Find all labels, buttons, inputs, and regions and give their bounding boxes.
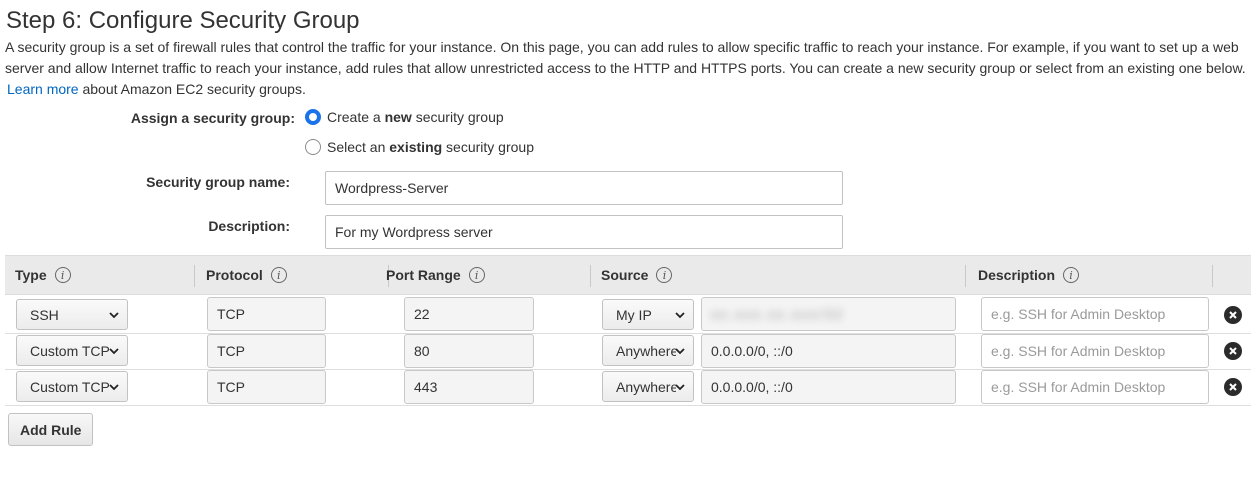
info-icon[interactable]: i bbox=[468, 267, 485, 283]
source-select-value: Anywhere bbox=[616, 342, 676, 359]
type-select[interactable]: SSH bbox=[16, 299, 128, 330]
header-description: Description i bbox=[978, 256, 1080, 294]
page-title: Step 6: Configure Security Group bbox=[6, 7, 360, 34]
group-name-input[interactable] bbox=[325, 171, 843, 205]
radio-select-existing[interactable]: Select an existing security group bbox=[305, 139, 534, 155]
column-divider bbox=[194, 265, 195, 287]
protocol-cell: TCP bbox=[207, 370, 326, 404]
type-select[interactable]: Custom TCP bbox=[16, 335, 128, 366]
type-select-value: SSH bbox=[30, 306, 59, 323]
source-cidr-cell[interactable]: 0.0.0.0/0, ::/0 bbox=[701, 370, 956, 404]
rule-description-input[interactable] bbox=[981, 297, 1209, 331]
blurred-ip-value: xx.xxx.xx.xxx/32 bbox=[711, 306, 845, 322]
column-divider bbox=[1212, 265, 1213, 287]
remove-rule-button[interactable] bbox=[1224, 378, 1242, 396]
type-select-value: Custom TCP bbox=[30, 378, 110, 395]
close-icon bbox=[1229, 383, 1237, 391]
type-select[interactable]: Custom TCP bbox=[16, 371, 128, 402]
source-cidr-cell[interactable]: xx.xxx.xx.xxx/32 bbox=[701, 297, 956, 331]
close-icon bbox=[1229, 311, 1237, 319]
remove-rule-button[interactable] bbox=[1224, 342, 1242, 360]
type-select-value: Custom TCP bbox=[30, 342, 110, 359]
radio-create-new[interactable]: Create a new security group bbox=[305, 109, 504, 125]
info-icon[interactable]: i bbox=[54, 267, 71, 283]
source-select[interactable]: Anywhere bbox=[602, 335, 694, 366]
rules-table-header: Type i Protocol i Port Range i Source i Desc… bbox=[5, 255, 1251, 295]
assign-group-label: Assign a security group: bbox=[130, 110, 295, 126]
info-icon[interactable]: i bbox=[656, 267, 673, 283]
source-cidr-cell[interactable]: 0.0.0.0/0, ::/0 bbox=[701, 334, 956, 368]
source-select-value: Anywhere bbox=[616, 378, 676, 395]
port-range-cell: 443 bbox=[404, 370, 534, 404]
group-description-input[interactable] bbox=[325, 215, 843, 249]
chevron-down-icon bbox=[109, 312, 119, 319]
header-type: Type i bbox=[15, 256, 71, 294]
rule-description-input[interactable] bbox=[981, 370, 1209, 404]
column-divider bbox=[965, 265, 966, 287]
port-range-cell: 22 bbox=[404, 297, 534, 331]
row-divider bbox=[5, 405, 1251, 406]
group-description-label: Description: bbox=[208, 218, 290, 234]
column-divider bbox=[590, 265, 591, 287]
chevron-down-icon bbox=[109, 348, 119, 355]
learn-more-link[interactable]: Learn more bbox=[7, 81, 79, 97]
info-icon[interactable]: i bbox=[1063, 267, 1080, 283]
radio-button[interactable] bbox=[305, 139, 321, 155]
rule-description-input[interactable] bbox=[981, 334, 1209, 368]
chevron-down-icon bbox=[675, 384, 685, 391]
source-select-value: My IP bbox=[616, 306, 652, 323]
close-icon bbox=[1229, 347, 1237, 355]
header-protocol: Protocol i bbox=[206, 256, 287, 294]
intro-text: A security group is a set of firewall ru… bbox=[5, 39, 1246, 76]
header-source: Source i bbox=[601, 256, 673, 294]
radio-button-selected[interactable] bbox=[305, 109, 321, 125]
radio-create-new-label: Create a new security group bbox=[327, 109, 504, 125]
source-select[interactable]: My IP bbox=[602, 299, 694, 330]
add-rule-button[interactable]: Add Rule bbox=[8, 413, 94, 446]
chevron-down-icon bbox=[675, 312, 685, 319]
remove-rule-button[interactable] bbox=[1224, 306, 1242, 324]
protocol-cell: TCP bbox=[207, 334, 326, 368]
port-range-cell: 80 bbox=[404, 334, 534, 368]
chevron-down-icon bbox=[675, 348, 685, 355]
info-icon[interactable]: i bbox=[270, 267, 287, 283]
page-intro: A security group is a set of firewall ru… bbox=[5, 37, 1249, 100]
source-select[interactable]: Anywhere bbox=[602, 371, 694, 402]
header-port-range: Port Range i bbox=[386, 256, 485, 294]
group-name-label: Security group name: bbox=[146, 174, 290, 190]
chevron-down-icon bbox=[109, 384, 119, 391]
radio-select-existing-label: Select an existing security group bbox=[327, 139, 534, 155]
protocol-cell: TCP bbox=[207, 297, 326, 331]
learn-more-suffix: about Amazon EC2 security groups. bbox=[82, 81, 306, 97]
